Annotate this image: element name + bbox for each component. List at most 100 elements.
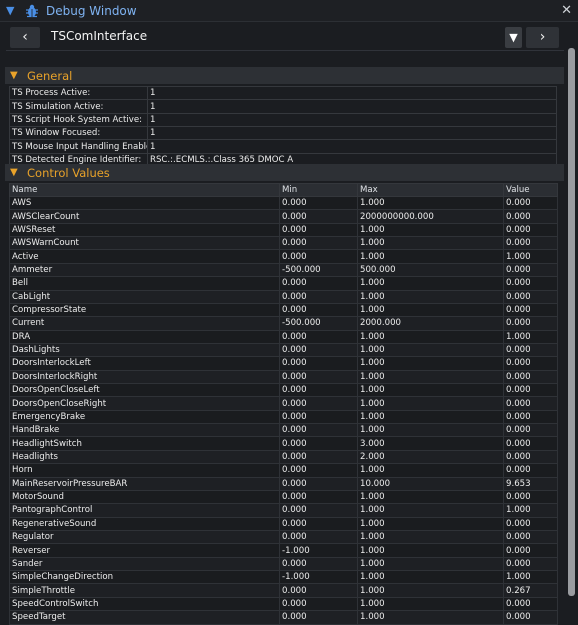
table-row: HandBrake 0.000 1.000 0.000 xyxy=(9,423,558,438)
table-row: SimpleChangeDirection -1.000 1.000 1.000 xyxy=(9,570,558,585)
previous-button[interactable]: ‹ xyxy=(10,27,40,48)
general-table: TS Process Active: 1 TS Simulation Active:… xyxy=(9,85,557,168)
control-value: 0.000 xyxy=(503,222,558,238)
control-min: 0.000 xyxy=(279,596,358,612)
control-min: 0.000 xyxy=(279,276,358,291)
control-value: 0.000 xyxy=(503,302,558,318)
control-value: 0.000 xyxy=(503,436,558,451)
control-max: 1.000 xyxy=(357,276,504,291)
control-name: CabLight xyxy=(9,289,280,304)
control-min: 0.000 xyxy=(279,516,358,531)
table-row: Reverser -1.000 1.000 0.000 xyxy=(9,543,558,558)
control-max: 1.000 xyxy=(357,583,504,598)
control-name: DoorsOpenCloseRight xyxy=(9,396,280,411)
table-row: Bell 0.000 1.000 0.000 xyxy=(9,276,558,291)
control-values-section-title: Control Values xyxy=(27,165,110,180)
control-max: 1.000 xyxy=(357,396,504,411)
control-max: 2000000000.000 xyxy=(357,209,504,224)
control-max: 1.000 xyxy=(357,489,504,505)
control-min: 0.000 xyxy=(279,302,358,318)
name-column-header[interactable]: Name xyxy=(9,183,280,197)
control-max: 1.000 xyxy=(357,329,504,344)
table-row: RegenerativeSound 0.000 1.000 0.000 xyxy=(9,516,558,531)
max-column-header[interactable]: Max xyxy=(357,183,504,197)
control-name: SimpleChangeDirection xyxy=(9,570,280,585)
control-name: MainReservoirPressureBAR xyxy=(9,476,280,491)
general-value: 1 xyxy=(147,99,557,114)
control-min: 0.000 xyxy=(279,476,358,491)
close-icon[interactable]: ✕ xyxy=(561,3,572,18)
divider xyxy=(6,50,564,51)
general-label: TS Simulation Active: xyxy=(9,99,148,114)
control-max: 1.000 xyxy=(357,409,504,425)
collapse-arrow-icon[interactable]: ▼ xyxy=(10,167,22,178)
control-value: 0.000 xyxy=(503,516,558,531)
control-value: 0.000 xyxy=(503,463,558,478)
min-column-header[interactable]: Min xyxy=(279,183,358,197)
scrollbar-thumb[interactable] xyxy=(568,48,575,596)
control-name: Headlights xyxy=(9,449,280,465)
control-max: 1.000 xyxy=(357,195,504,211)
control-value: 0.000 xyxy=(503,610,558,625)
control-name: DRA xyxy=(9,329,280,344)
control-values-table-wrap: Name Min Max Value AWS 0.000 1.000 0.000 AWSCle… xyxy=(9,183,558,625)
control-value: 9.653 xyxy=(503,476,558,491)
control-min: 0.000 xyxy=(279,209,358,224)
general-value: 1 xyxy=(147,112,557,128)
collapse-arrow-icon[interactable]: ▼ xyxy=(10,70,22,81)
control-value: 0.000 xyxy=(503,383,558,398)
control-max: 1.000 xyxy=(357,222,504,238)
control-values-section-header[interactable]: ▼ Control Values xyxy=(5,164,564,181)
value-column-header[interactable]: Value xyxy=(503,183,558,197)
next-button[interactable]: › xyxy=(526,27,559,48)
control-max: 1.000 xyxy=(357,342,504,358)
table-row: DoorsOpenCloseRight 0.000 1.000 0.000 xyxy=(9,396,558,411)
control-value: 1.000 xyxy=(503,249,558,264)
control-min: 0.000 xyxy=(279,222,358,238)
control-min: -1.000 xyxy=(279,543,358,558)
control-max: 1.000 xyxy=(357,236,504,251)
control-name: EmergencyBrake xyxy=(9,409,280,425)
control-min: 0.000 xyxy=(279,436,358,451)
general-section-header[interactable]: ▼ General xyxy=(5,67,564,84)
control-value: 0.000 xyxy=(503,316,558,331)
control-name: Current xyxy=(9,316,280,331)
control-max: 1.000 xyxy=(357,529,504,545)
table-row: HeadlightSwitch 0.000 3.000 0.000 xyxy=(9,436,558,451)
window-titlebar: ▼ Debug Window ✕ xyxy=(0,0,578,22)
control-max: 500.000 xyxy=(357,262,504,278)
interface-dropdown-button[interactable]: ▼ xyxy=(505,27,522,48)
control-value: 0.000 xyxy=(503,289,558,304)
table-row: Ammeter -500.000 500.000 0.000 xyxy=(9,262,558,278)
general-label: TS Mouse Input Handling Enabled: xyxy=(9,139,148,154)
general-row: TS Simulation Active: 1 xyxy=(9,99,557,114)
control-min: 0.000 xyxy=(279,342,358,358)
debug-bug-icon xyxy=(26,4,38,17)
control-max: 1.000 xyxy=(357,383,504,398)
general-row: TS Mouse Input Handling Enabled: 1 xyxy=(9,139,557,154)
control-min: 0.000 xyxy=(279,489,358,505)
table-row: SimpleThrottle 0.000 1.000 0.267 xyxy=(9,583,558,598)
control-min: -500.000 xyxy=(279,316,358,331)
control-max: 10.000 xyxy=(357,476,504,491)
table-row: DoorsInterlockLeft 0.000 1.000 0.000 xyxy=(9,356,558,371)
control-value: 1.000 xyxy=(503,329,558,344)
control-name: Regulator xyxy=(9,529,280,545)
control-max: 1.000 xyxy=(357,302,504,318)
table-row: PantographControl 0.000 1.000 1.000 xyxy=(9,503,558,518)
control-value: 0.000 xyxy=(503,369,558,385)
table-row: DoorsInterlockRight 0.000 1.000 0.000 xyxy=(9,369,558,385)
control-min: 0.000 xyxy=(279,556,358,572)
control-min: 0.000 xyxy=(279,423,358,438)
table-row: MotorSound 0.000 1.000 0.000 xyxy=(9,489,558,505)
control-max: 1.000 xyxy=(357,423,504,438)
control-name: AWS xyxy=(9,195,280,211)
control-value: 0.000 xyxy=(503,409,558,425)
control-max: 1.000 xyxy=(357,596,504,612)
control-name: DoorsInterlockRight xyxy=(9,369,280,385)
control-values-table: Name Min Max Value AWS 0.000 1.000 0.000 AWSCle… xyxy=(9,183,558,625)
collapse-arrow-icon[interactable]: ▼ xyxy=(6,4,18,17)
control-name: SpeedControlSwitch xyxy=(9,596,280,612)
table-row: CompressorState 0.000 1.000 0.000 xyxy=(9,302,558,318)
control-name: Sander xyxy=(9,556,280,572)
